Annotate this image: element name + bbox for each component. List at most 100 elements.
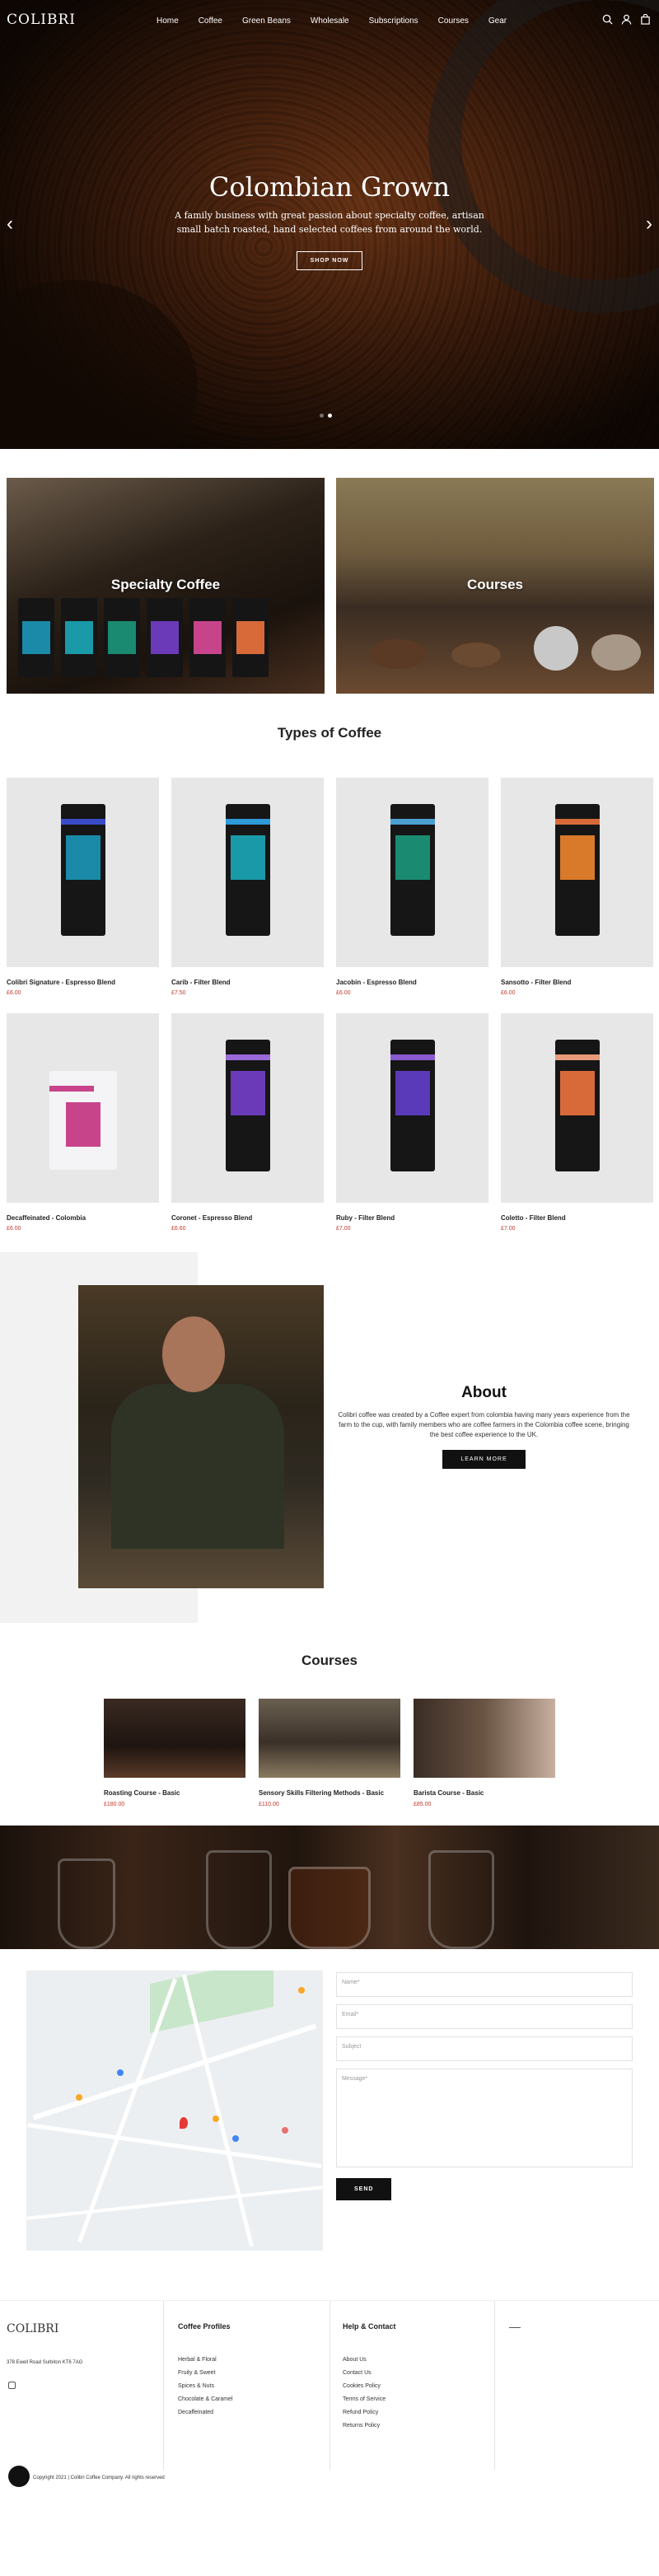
product-name[interactable]: Carib - Filter Blend: [171, 979, 324, 986]
course-name[interactable]: Roasting Course - Basic: [104, 1789, 245, 1797]
nav-home[interactable]: Home: [157, 16, 179, 26]
product-image[interactable]: [171, 778, 324, 967]
product-card[interactable]: Carib - Filter Blend £7.50: [171, 778, 324, 996]
product-image[interactable]: [336, 1013, 488, 1203]
send-button[interactable]: SEND: [336, 2178, 392, 2200]
coffee-bag-image: [18, 598, 54, 677]
product-card[interactable]: Jacobin - Espresso Blend £6.00: [336, 778, 488, 996]
about-description: Colibri coffee was created by a Coffee e…: [338, 1411, 630, 1438]
courses-banner[interactable]: Courses: [336, 478, 654, 694]
product-name[interactable]: Ruby - Filter Blend: [336, 1214, 488, 1222]
learn-more-button[interactable]: LEARN MORE: [442, 1450, 526, 1469]
footer-link[interactable]: Spices & Nuts: [178, 2383, 233, 2389]
product-name[interactable]: Sansotto - Filter Blend: [501, 979, 653, 986]
product-card[interactable]: Colibri Signature - Espresso Blend £6.00: [7, 778, 159, 996]
site-footer: COLIBRI 378 Ewell Road Surbiton KT6 7AG …: [0, 2300, 659, 2576]
footer-link[interactable]: Cookies Policy: [343, 2383, 396, 2389]
course-card[interactable]: Roasting Course - Basic £180.00: [104, 1699, 245, 1807]
footer-address: 378 Ewell Road Surbiton KT6 7AG: [7, 2360, 83, 2365]
product-image[interactable]: [501, 1013, 653, 1203]
product-price: £7.50: [171, 990, 186, 996]
slide-dot-1[interactable]: [320, 414, 324, 418]
product-image[interactable]: [7, 1013, 159, 1203]
name-field[interactable]: Name*: [336, 1972, 633, 1997]
types-of-coffee-title: Types of Coffee: [277, 725, 382, 741]
about-title: About: [461, 1384, 507, 1401]
course-name[interactable]: Sensory Skills Filtering Methods - Basic: [259, 1789, 400, 1797]
hero-slideshow: COLIBRI Home Coffee Green Beans Wholesal…: [0, 0, 659, 449]
footer-logo[interactable]: COLIBRI: [7, 2322, 58, 2335]
nav-courses[interactable]: Courses: [438, 16, 469, 26]
product-price: £6.00: [501, 990, 516, 996]
nav-gear[interactable]: Gear: [488, 16, 507, 26]
newsletter-dash: [509, 2327, 521, 2328]
shop-now-button[interactable]: SHOP NOW: [296, 251, 363, 270]
product-name[interactable]: Coletto - Filter Blend: [501, 1214, 653, 1222]
cart-icon[interactable]: [640, 14, 651, 25]
email-field[interactable]: Email*: [336, 2004, 633, 2029]
nav-coffee[interactable]: Coffee: [199, 16, 222, 26]
location-pin-icon[interactable]: [180, 2117, 188, 2129]
bag-label: [560, 1071, 595, 1115]
coffee-glasses-banner: [0, 1826, 659, 1949]
specialty-coffee-banner[interactable]: Specialty Coffee: [7, 478, 325, 694]
about-photo: [78, 1285, 324, 1588]
product-card[interactable]: Coletto - Filter Blend £7.00: [501, 1013, 653, 1232]
course-card[interactable]: Barista Course - Basic £85.00: [414, 1699, 555, 1807]
shop-pay-icon[interactable]: [8, 2466, 30, 2487]
footer-divider: [163, 2301, 164, 2470]
account-icon[interactable]: [621, 14, 632, 25]
course-card[interactable]: Sensory Skills Filtering Methods - Basic…: [259, 1699, 400, 1807]
coffee-bag-image: [104, 598, 140, 677]
footer-link[interactable]: About Us: [343, 2357, 396, 2363]
footer-link[interactable]: Returns Policy: [343, 2423, 396, 2429]
product-name[interactable]: Decaffeinated - Colombia: [7, 1214, 159, 1222]
course-name[interactable]: Barista Course - Basic: [414, 1789, 555, 1797]
coffee-profiles-title: Coffee Profiles: [178, 2322, 231, 2331]
coffee-bag-image: [147, 598, 183, 677]
header-icons: [602, 14, 651, 25]
nav-green-beans[interactable]: Green Beans: [242, 16, 291, 26]
coffee-bag-image: [61, 598, 97, 677]
product-image[interactable]: [7, 778, 159, 967]
slide-dots: [320, 414, 332, 418]
map-poi-icon: [213, 2115, 219, 2122]
product-price: £6.00: [7, 990, 21, 996]
footer-link[interactable]: Herbal & Floral: [178, 2357, 233, 2363]
product-card[interactable]: Sansotto - Filter Blend £6.00: [501, 778, 653, 996]
contact-form: Name* Email* Subject Message* SEND: [336, 1972, 633, 2200]
footer-link[interactable]: Contact Us: [343, 2370, 396, 2376]
search-icon[interactable]: [602, 14, 613, 25]
nav-subscriptions[interactable]: Subscriptions: [369, 16, 418, 26]
product-card[interactable]: Coronet - Espresso Blend £6.60: [171, 1013, 324, 1232]
coffee-bag: [61, 804, 105, 936]
product-image[interactable]: [501, 778, 653, 967]
instagram-icon[interactable]: [8, 2382, 16, 2389]
location-map[interactable]: [26, 1971, 323, 2251]
product-name[interactable]: Colibri Signature - Espresso Blend: [7, 979, 159, 986]
message-field[interactable]: Message*: [336, 2069, 633, 2167]
product-image[interactable]: [171, 1013, 324, 1203]
kettle-image: [534, 626, 578, 671]
product-card[interactable]: Ruby - Filter Blend £7.00: [336, 1013, 488, 1232]
course-price: £110.00: [259, 1802, 279, 1807]
product-price: £7.00: [501, 1226, 516, 1232]
footer-link[interactable]: Decaffeinated: [178, 2410, 233, 2415]
slide-dot-2[interactable]: [328, 414, 332, 418]
glass-image: [206, 1850, 272, 1949]
footer-link[interactable]: Terms of Service: [343, 2396, 396, 2402]
copyright-text: Copyright 2021 | Colibri Coffee Company.…: [33, 2475, 165, 2480]
product-name[interactable]: Coronet - Espresso Blend: [171, 1214, 324, 1222]
footer-link[interactable]: Fruity & Sweet: [178, 2370, 233, 2376]
course-price: £85.00: [414, 1802, 432, 1807]
product-card[interactable]: Decaffeinated - Colombia £6.00: [7, 1013, 159, 1232]
nav-wholesale[interactable]: Wholesale: [311, 16, 349, 26]
subject-field[interactable]: Subject: [336, 2036, 633, 2061]
product-name[interactable]: Jacobin - Espresso Blend: [336, 979, 488, 986]
footer-link[interactable]: Chocolate & Caramel: [178, 2396, 233, 2402]
footer-link[interactable]: Refund Policy: [343, 2410, 396, 2415]
site-logo[interactable]: COLIBRI: [7, 12, 76, 28]
map-road: [27, 2122, 322, 2169]
bag-stripe: [226, 819, 270, 825]
product-image[interactable]: [336, 778, 488, 967]
